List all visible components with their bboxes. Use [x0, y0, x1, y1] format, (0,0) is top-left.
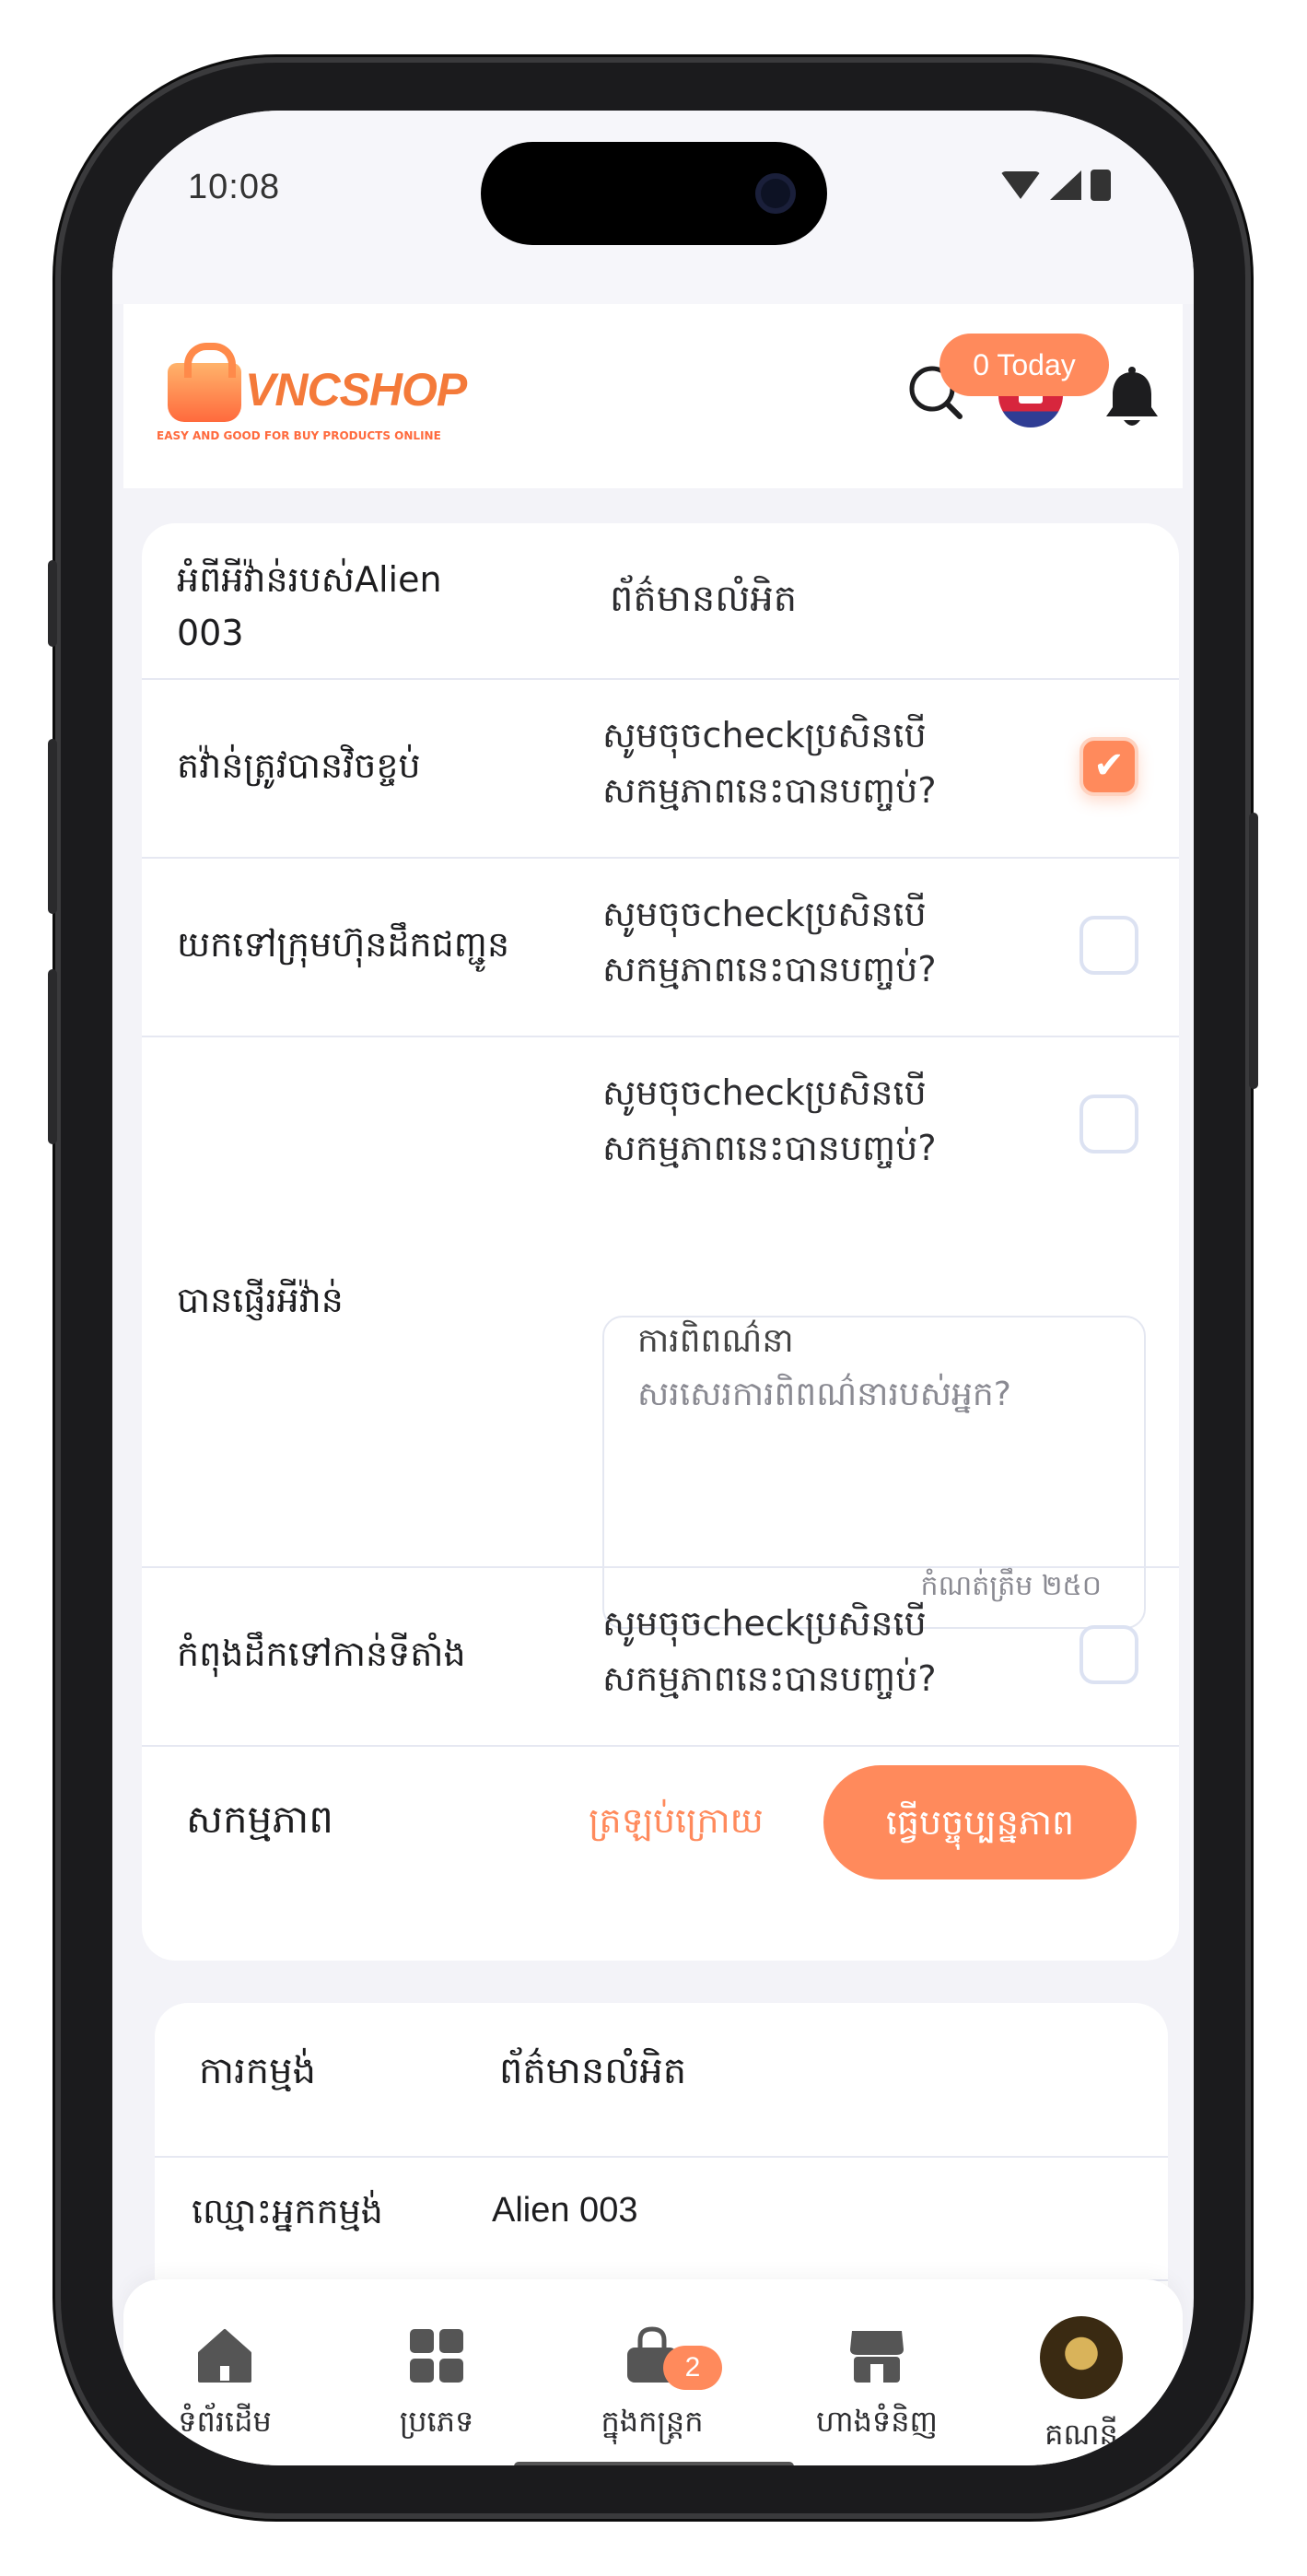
logo-text: VNCSHOP	[245, 364, 467, 416]
nav-item-cart[interactable]: 2 ក្នុងកន្ត្រក	[560, 2325, 744, 2446]
status-icons	[1000, 170, 1111, 201]
instruction-line: សូមចុចcheckប្រសិនបើ	[602, 894, 927, 934]
details-header: ព័ត៌មានលំអិត	[610, 578, 798, 620]
customer-value: Alien 003	[492, 2191, 638, 2230]
nav-item-category[interactable]: ប្រភេទ	[344, 2325, 529, 2446]
bell-icon[interactable]	[1102, 367, 1162, 431]
app-header: VNCSHOP EASY AND GOOD FOR BUY PRODUCTS O…	[123, 304, 1183, 488]
nav-item-home[interactable]: ទំព័រដើម	[133, 2325, 317, 2446]
checkbox-shipped[interactable]	[1079, 1095, 1138, 1153]
home-indicator[interactable]	[514, 2462, 794, 2465]
instruction-line: សកម្មភាពនេះបានបញ្ចប់?	[602, 1128, 937, 1168]
store-icon	[850, 2331, 904, 2383]
cart-count-badge: 2	[663, 2346, 722, 2390]
phone-frame: 10:08 VNCSHOP EASY AND GOOD FOR BUY PROD…	[48, 57, 1258, 2519]
instruction-line: សូមចុចcheckប្រសិនបើ	[602, 715, 927, 755]
nav-label: ក្នុងកន្ត្រក	[601, 2404, 704, 2439]
tracking-card: អំពីអីវ៉ាន់របស់Alien 003 ព័ត៌មានលំអិត តវ…	[142, 523, 1179, 1961]
wifi-icon	[1000, 171, 1041, 199]
bottom-nav: ទំព័រដើម ប្រភេទ 2 ក្នុងកន្ត្រក ហាងទំនិញ …	[123, 2279, 1183, 2465]
nav-label: ប្រភេទ	[399, 2404, 474, 2439]
dynamic-island	[481, 142, 827, 245]
tracking-card-title: អំពីអីវ៉ាន់របស់Alien 003	[177, 559, 442, 653]
status-row-instruction: សូមចុចcheckប្រសិនបើ សកម្មភាពនេះបានបញ្ចប់…	[602, 886, 937, 997]
home-icon	[198, 2329, 251, 2383]
logo[interactable]: VNCSHOP EASY AND GOOD FOR BUY PRODUCTS O…	[153, 343, 475, 446]
nav-label: ហាងទំនិញ	[815, 2404, 939, 2439]
status-row-label: យកទៅក្រុមហ៊ុនដឹកជញ្ជូន	[177, 924, 510, 965]
status-bar: 10:08	[112, 111, 1194, 304]
comment-label: ការពិពណ៌នា	[637, 1322, 794, 1360]
action-label: សកម្មភាព	[186, 1797, 333, 1842]
nav-label: គណនី	[1044, 2417, 1118, 2452]
instruction-line: សូមចុចcheckប្រសិនបើ	[602, 1603, 927, 1644]
instruction-line: សកម្មភាពនេះបានបញ្ចប់?	[602, 949, 937, 989]
status-time: 10:08	[188, 168, 281, 206]
grid-icon	[410, 2329, 463, 2383]
status-row-label: បានផ្ញើរអីវ៉ាន់	[177, 1280, 344, 1320]
logo-tagline: EASY AND GOOD FOR BUY PRODUCTS ONLINE	[157, 429, 441, 442]
comment-placeholder: សរសេរការពិពណ៌នារបស់អ្នក?	[637, 1376, 1011, 1413]
instruction-line: សូមចុចcheckប្រសិនបើ	[602, 1072, 927, 1113]
checkbox-courier[interactable]	[1079, 916, 1138, 975]
instruction-line: សកម្មភាពនេះបានបញ្ចប់?	[602, 1658, 937, 1699]
volume-down-button	[48, 969, 57, 1144]
order-header: ការកម្មង់	[199, 2050, 316, 2092]
nav-item-account[interactable]: គណនី	[989, 2316, 1173, 2459]
volume-up-button	[48, 739, 57, 914]
instruction-line: សកម្មភាពនេះបានបញ្ចប់?	[602, 770, 937, 811]
shopping-bag-logo-icon	[168, 343, 241, 422]
checkbox-delivering[interactable]	[1079, 1625, 1138, 1684]
avatar	[1040, 2316, 1123, 2399]
tracking-card-header: អំពីអីវ៉ាន់របស់Alien 003 ព័ត៌មានលំអិត	[142, 523, 1179, 680]
status-row: តវ៉ាន់ត្រូវបានវិចខ្ចប់ សូមចុចcheckប្រសិន…	[142, 678, 1179, 859]
status-row-instruction: សូមចុចcheckប្រសិនបើ សកម្មភាពនេះបានបញ្ចប់…	[602, 1596, 937, 1706]
status-row: យកទៅក្រុមហ៊ុនដឹកជញ្ជូន សូមចុចcheckប្រសិន…	[142, 857, 1179, 1037]
status-row-instruction: សូមចុចcheckប្រសិនបើ សកម្មភាពនេះបានបញ្ចប់…	[602, 708, 937, 818]
status-row-instruction: សូមចុចcheckប្រសិនបើ សកម្មភាពនេះបានបញ្ចប់…	[602, 1065, 937, 1176]
divider	[155, 2156, 1168, 2158]
nav-item-store[interactable]: ហាងទំនិញ	[785, 2325, 969, 2446]
status-row-label: កំពុងដឹកទៅកាន់ទីតាំង	[177, 1633, 466, 1674]
signal-icon	[1050, 170, 1081, 200]
status-row: កំពុងដឹកទៅកាន់ទីតាំង សូមចុចcheckប្រសិនបើ…	[142, 1566, 1179, 1747]
order-details-header: ព័ត៌មានលំអិត	[499, 2050, 687, 2092]
battery-icon	[1091, 170, 1111, 201]
camera-icon	[755, 173, 796, 214]
screen: 10:08 VNCSHOP EASY AND GOOD FOR BUY PROD…	[112, 111, 1194, 2465]
today-badge: 0 Today	[939, 334, 1109, 396]
update-button[interactable]: ធ្វើបច្ចុប្បន្នភាព	[823, 1765, 1137, 1879]
checkbox-packed[interactable]: ✔	[1079, 737, 1138, 796]
back-button[interactable]: ត្រឡប់ក្រោយ	[538, 1784, 814, 1857]
action-button	[48, 560, 57, 647]
nav-label: ទំព័រដើម	[178, 2404, 272, 2439]
status-row-label: តវ៉ាន់ត្រូវបានវិចខ្ចប់	[177, 745, 421, 786]
customer-label: ឈ្មោះអ្នកកម្មង់	[192, 2191, 383, 2231]
power-button	[1249, 813, 1258, 1089]
